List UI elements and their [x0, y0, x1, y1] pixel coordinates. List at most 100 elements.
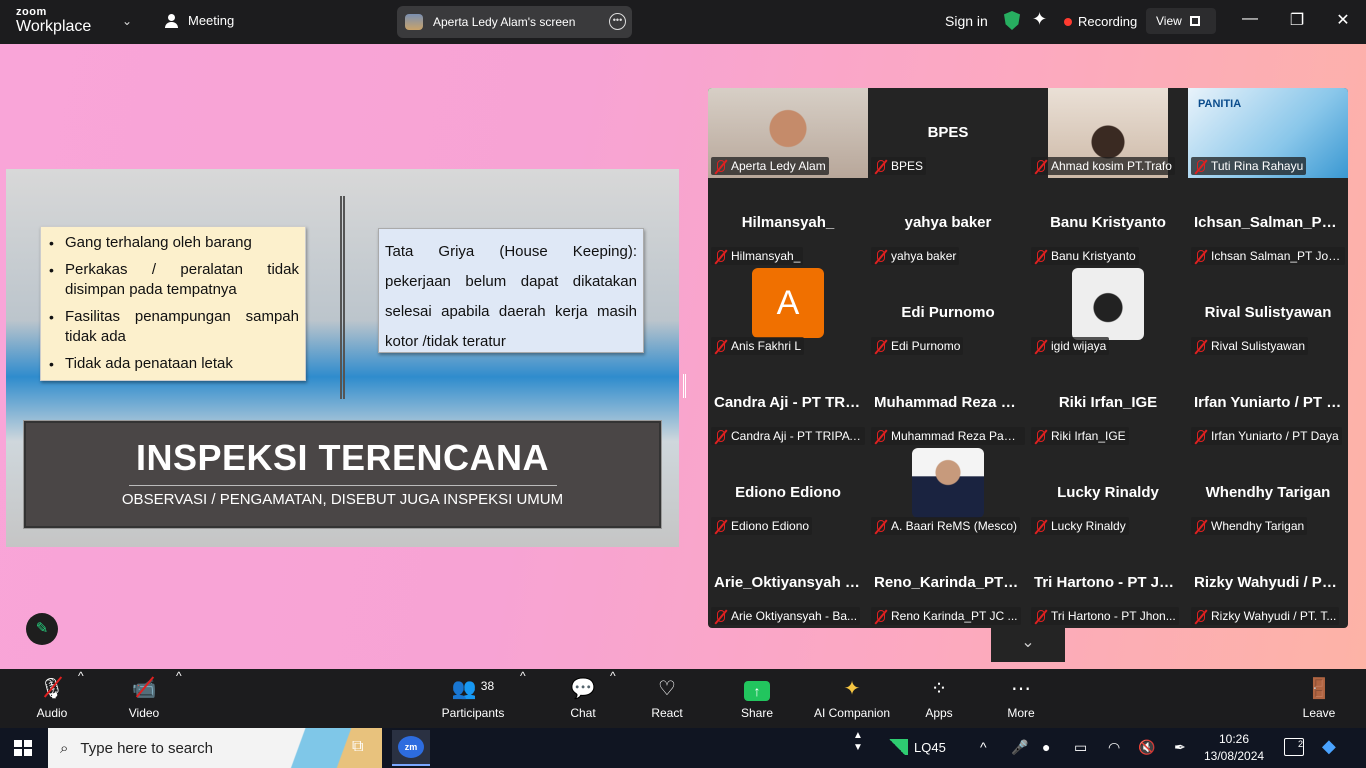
screen-share-indicator[interactable]: Aperta Ledy Alam's screen ••• — [397, 6, 632, 38]
microphone-tray-icon[interactable]: 🎤 — [1011, 739, 1028, 756]
app-tray-icon[interactable]: ● — [1042, 739, 1050, 755]
participants-options-chevron-icon[interactable]: ^ — [520, 669, 526, 683]
recording-indicator[interactable]: Recording — [1064, 14, 1137, 29]
ai-sparkle-icon[interactable]: ✦ — [1032, 9, 1047, 30]
participant-tile[interactable]: Rival Sulistyawan Rival Sulistyawan — [1188, 268, 1348, 358]
audio-options-chevron-icon[interactable]: ^ — [78, 669, 84, 683]
task-view-icon[interactable]: ⧉ — [352, 738, 363, 756]
participant-tile[interactable]: Aperta Ledy Alam — [708, 88, 868, 178]
chat-label: Chat — [570, 706, 596, 720]
participant-name: Anis Fakhri L — [731, 339, 802, 353]
meeting-controls: 🎙 Audio ^ 📹 Video ^ 👥 38 Participants ^ 💬… — [0, 669, 1366, 728]
participant-tile[interactable]: Tri Hartono - PT Jhonson Tri Hartono - PT… — [1028, 538, 1188, 628]
tray-chevron-up-icon[interactable]: ^ — [980, 739, 987, 755]
participant-tile[interactable]: Candra Aji - PT TRIPATRA Candra Aji - PT … — [708, 358, 868, 448]
close-icon[interactable]: ✕ — [1331, 10, 1355, 30]
participant-tile[interactable]: A Anis Fakhri L — [708, 268, 868, 358]
view-button[interactable]: View — [1146, 8, 1216, 34]
taskbar-clock[interactable]: 10:26 13/08/2024 — [1204, 731, 1264, 765]
zoom-taskbar-app[interactable]: zm — [392, 730, 430, 766]
gallery-expand-chevron-icon[interactable]: ⌄ — [991, 628, 1065, 662]
windows-start-icon[interactable] — [14, 740, 32, 756]
react-label: React — [651, 706, 683, 720]
security-shield-icon[interactable] — [1004, 11, 1020, 30]
participant-tile[interactable]: Ediono Ediono Ediono Ediono — [708, 448, 868, 538]
sign-in-button[interactable]: Sign in — [945, 13, 988, 29]
participants-button[interactable]: 👥 38 Participants — [436, 669, 510, 728]
participant-name-large: yahya baker — [904, 214, 992, 231]
mic-muted-icon — [1037, 610, 1045, 622]
participant-tile[interactable]: Lucky Rinaldy Lucky Rinaldy — [1028, 448, 1188, 538]
participant-tile[interactable]: igid wijaya — [1028, 268, 1188, 358]
annotate-pen-icon[interactable]: ✎ — [26, 613, 58, 645]
mic-muted-icon — [1197, 160, 1205, 172]
stock-widget[interactable]: LQ45 — [886, 739, 946, 755]
people-icon — [164, 13, 180, 28]
share-button[interactable]: ↑ Share — [732, 669, 782, 728]
participant-tile[interactable]: Rizky Wahyudi / PT. T Rizky Wahyudi / PT.… — [1188, 538, 1348, 628]
minimize-icon[interactable]: — — [1238, 10, 1262, 28]
participant-tile[interactable]: Arie_Oktiyansyah - Ba... Arie Oktiyansyah… — [708, 538, 868, 628]
participant-name-large: Lucky Rinaldy — [1057, 484, 1159, 501]
avatar — [1072, 268, 1144, 340]
video-button[interactable]: 📹 Video — [114, 669, 174, 728]
speaker-muted-icon[interactable]: 🔇 — [1138, 739, 1155, 756]
mic-muted-icon — [717, 160, 725, 172]
battery-icon[interactable]: ▭ — [1074, 739, 1087, 756]
participant-name: Edi Purnomo — [891, 339, 961, 353]
participant-tile[interactable]: Ichsan_Salman_PT Johnson Ichsan Salman_PT… — [1188, 178, 1348, 268]
wifi-icon[interactable]: ◠ — [1108, 739, 1120, 756]
notification-icon[interactable]: 2 — [1284, 738, 1304, 756]
participant-tile[interactable]: Muhammad Reza Pahlevi Muhammad Reza Pahle… — [868, 358, 1028, 448]
leave-button[interactable]: 🚪 Leave — [1294, 669, 1344, 728]
more-options-icon[interactable]: ••• — [609, 13, 626, 30]
avatar: A — [752, 268, 824, 338]
participant-gallery: Aperta Ledy Alam BPES BPES Ahmad kosim PT.T… — [708, 88, 1348, 628]
mic-muted-icon: 🎙 — [39, 678, 65, 700]
participant-tile[interactable]: BPES BPES — [868, 88, 1028, 178]
meeting-menu[interactable]: Meeting — [164, 13, 234, 28]
participant-tile[interactable]: Reno_Karinda_PT JC... Reno Karinda_PT JC … — [868, 538, 1028, 628]
audio-button[interactable]: 🎙 Audio — [22, 669, 82, 728]
participant-tile[interactable]: yahya baker yahya baker — [868, 178, 1028, 268]
apps-button[interactable]: ⁘ Apps — [914, 669, 964, 728]
taskbar-search[interactable]: ⌕ Type here to search — [48, 728, 382, 768]
participant-tile[interactable]: Banu Kristyanto Banu Kristyanto — [1028, 178, 1188, 268]
restore-icon[interactable]: ❐ — [1285, 10, 1309, 30]
pen-tray-icon[interactable]: ✒ — [1174, 739, 1186, 756]
participant-tile[interactable]: Hilmansyah_ Hilmansyah_ — [708, 178, 868, 268]
participant-label: Rizky Wahyudi / PT. T... — [1191, 607, 1340, 625]
react-button[interactable]: ♡ React — [642, 669, 692, 728]
participants-label: Participants — [441, 706, 505, 720]
bullet-item: Gang terhalang oleh barang — [47, 233, 299, 253]
audio-label: Audio — [36, 706, 68, 720]
ai-companion-button[interactable]: ✦ AI Companion — [810, 669, 894, 728]
chevron-down-icon[interactable]: ⌄ — [122, 14, 132, 28]
taskbar-scroll-arrows-icon[interactable]: ▲ ▼ — [853, 730, 863, 754]
participant-name: Whendhy Tarigan — [1211, 519, 1305, 533]
stock-label: LQ45 — [914, 739, 946, 755]
copilot-icon[interactable]: ◆ — [1322, 736, 1336, 757]
participant-tile[interactable]: Irfan Yuniarto / PT Daya Irfan Yuniarto /… — [1188, 358, 1348, 448]
participant-tile[interactable]: Whendhy Tarigan Whendhy Tarigan — [1188, 448, 1348, 538]
participant-tile[interactable]: PANITIA Tuti Rina Rahayu — [1188, 88, 1348, 178]
participant-name: A. Baari ReMS (Mesco) — [891, 519, 1018, 533]
chat-options-chevron-icon[interactable]: ^ — [610, 669, 616, 683]
chat-button[interactable]: 💬 Chat — [558, 669, 608, 728]
participant-name-large: Banu Kristyanto — [1050, 214, 1166, 231]
apps-label: Apps — [925, 706, 953, 720]
more-button[interactable]: ⋯ More — [996, 669, 1046, 728]
participant-name-large: Candra Aji - PT TRIPATRA — [714, 394, 868, 411]
participant-name-large: Muhammad Reza Pahlevi — [874, 394, 1028, 411]
video-options-chevron-icon[interactable]: ^ — [176, 669, 182, 683]
participant-label: Aperta Ledy Alam — [711, 157, 829, 175]
participant-name-large: Ichsan_Salman_PT Johnson — [1194, 214, 1348, 231]
participant-tile[interactable]: Riki Irfan_IGE Riki Irfan_IGE — [1028, 358, 1188, 448]
participant-tile[interactable]: Ahmad kosim PT.Trafo — [1028, 88, 1188, 178]
participant-tile[interactable]: A. Baari ReMS (Mesco) — [868, 448, 1028, 538]
splitter-handle[interactable] — [683, 374, 686, 398]
participant-name: Irfan Yuniarto / PT Daya — [1211, 429, 1339, 443]
zoom-logo[interactable]: zoom Workplace — [16, 7, 91, 35]
participant-tile[interactable]: Edi Purnomo Edi Purnomo — [868, 268, 1028, 358]
participant-label: Ahmad kosim PT.Trafo — [1031, 157, 1175, 175]
